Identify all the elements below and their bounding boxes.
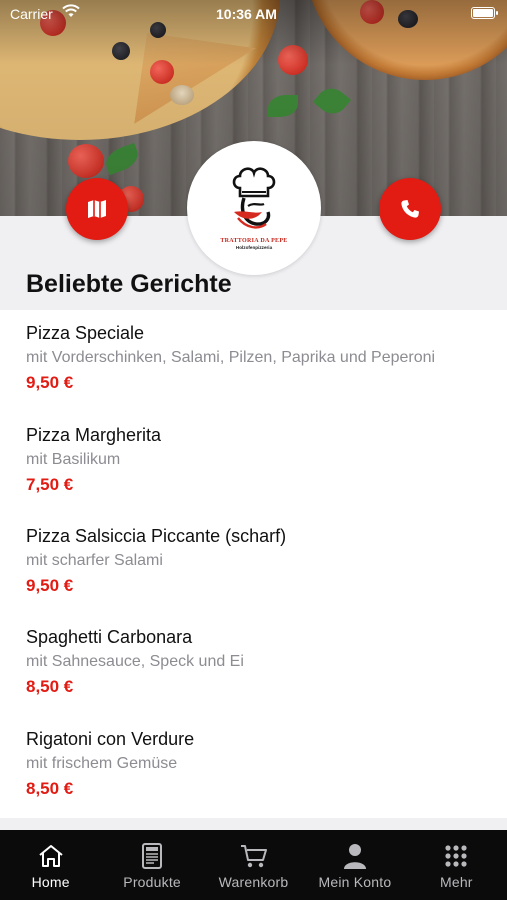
tab-label: Home: [31, 874, 70, 890]
logo-subtitle: Holzofenpizzeria: [235, 245, 273, 250]
status-time: 10:36 AM: [216, 6, 277, 22]
restaurant-logo: TRATTORIA DA PEPE Holzofenpizzeria: [187, 141, 321, 275]
wifi-icon: [62, 4, 80, 17]
carrier-label: Carrier: [10, 6, 53, 22]
battery-icon: [471, 7, 498, 19]
list-item[interactable]: Pizza Speciale mit Vorderschinken, Salam…: [26, 322, 496, 393]
dish-price: 7,50 €: [26, 475, 74, 494]
dish-price: 9,50 €: [26, 373, 74, 392]
dish-name: Rigatoni con Verdure: [26, 729, 195, 749]
dish-description: mit Basilikum: [26, 451, 121, 468]
dish-description: mit Sahnesauce, Speck und Ei: [26, 653, 244, 670]
dish-description: mit Vorderschinken, Salami, Pilzen, Papr…: [26, 349, 436, 366]
menu-card-icon: [137, 842, 167, 870]
list-item[interactable]: Pizza Salsiccia Piccante (scharf) mit sc…: [26, 525, 496, 596]
dish-price: 8,50 €: [26, 677, 74, 696]
tab-warenkorb[interactable]: Warenkorb: [203, 830, 304, 900]
tab-produkte[interactable]: Produkte: [101, 830, 202, 900]
tab-mehr[interactable]: Mehr: [406, 830, 507, 900]
popular-dishes-list: Pizza Speciale mit Vorderschinken, Salam…: [0, 310, 507, 818]
grid-icon: [441, 842, 471, 870]
dish-price: 8,50 €: [26, 779, 74, 798]
phone-icon: [401, 200, 419, 218]
section-title: Beliebte Gerichte: [26, 270, 232, 298]
phone-button[interactable]: [379, 178, 441, 240]
tab-label: Produkte: [123, 874, 181, 890]
dish-name: Spaghetti Carbonara: [26, 627, 193, 647]
dish-name: Pizza Salsiccia Piccante (scharf): [26, 526, 287, 546]
status-bar: Carrier 10:36 AM: [0, 0, 507, 28]
chef-hat-logo-icon: [232, 167, 276, 229]
tab-mein-konto[interactable]: Mein Konto: [304, 830, 405, 900]
home-icon: [36, 842, 66, 870]
tab-label: Mein Konto: [318, 874, 392, 890]
user-icon: [340, 842, 370, 870]
list-item[interactable]: Pizza Margherita mit Basilikum 7,50 €: [26, 424, 496, 495]
tab-label: Warenkorb: [218, 874, 289, 890]
dish-name: Pizza Speciale: [26, 323, 145, 343]
logo-title: TRATTORIA DA PEPE: [220, 238, 288, 244]
map-icon: [88, 200, 106, 218]
dish-description: mit frischem Gemüse: [26, 755, 178, 772]
list-item[interactable]: Rigatoni con Verdure mit frischem Gemüse…: [26, 728, 496, 799]
map-button[interactable]: [66, 178, 128, 240]
bottom-tab-bar: Home Produkte Warenkorb Mein Konto Mehr: [0, 830, 507, 900]
list-item[interactable]: Spaghetti Carbonara mit Sahnesauce, Spec…: [26, 626, 496, 697]
dish-description: mit scharfer Salami: [26, 552, 163, 569]
cart-icon: [239, 842, 269, 870]
tab-home[interactable]: Home: [0, 830, 101, 900]
dish-name: Pizza Margherita: [26, 425, 162, 445]
dish-price: 9,50 €: [26, 576, 74, 595]
tab-label: Mehr: [439, 874, 473, 890]
